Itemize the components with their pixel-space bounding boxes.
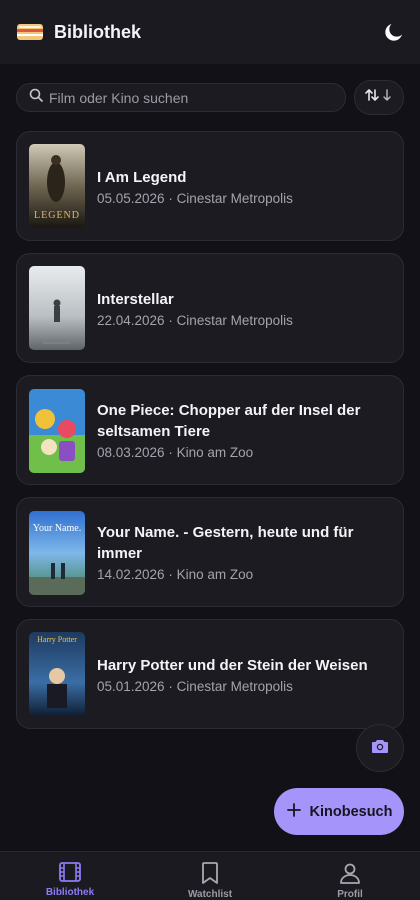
user-icon [338, 861, 362, 885]
movie-visit-info: 14.02.2026 · Kino am Zoo [97, 567, 254, 582]
movie-card[interactable]: Harry Potter Harry Potter und der Stein … [16, 619, 404, 729]
app-header: Bibliothek [0, 0, 420, 64]
nav-label: Bibliothek [45, 887, 95, 898]
search-icon [29, 88, 43, 107]
add-visit-button[interactable]: Kinobesuch [274, 788, 404, 835]
movie-title: Harry Potter und der Stein der Weisen [97, 657, 368, 674]
search-input[interactable] [49, 89, 333, 106]
movie-visit-info: 22.04.2026 · Cinestar Metropolis [97, 313, 293, 328]
bookmark-icon [200, 861, 220, 885]
bottom-navigation: Bibliothek Watchlist Profil [0, 851, 420, 900]
movie-card[interactable]: One Piece: Chopper auf der Insel der sel… [16, 375, 404, 485]
movie-card[interactable]: Your Name. Your Name. - Gestern, heute u… [16, 497, 404, 607]
movie-title: I Am Legend [97, 169, 187, 186]
moon-icon[interactable] [382, 20, 406, 44]
movie-visit-info: 05.01.2026 · Cinestar Metropolis [97, 679, 293, 694]
movie-visit-info: 05.05.2026 · Cinestar Metropolis [97, 191, 293, 206]
movie-title: Your Name. - Gestern, heute und für imme… [97, 524, 354, 562]
nav-label: Profil [337, 889, 363, 900]
movie-poster: LEGEND [29, 144, 85, 228]
camera-button[interactable] [356, 724, 404, 772]
ticket-icon [16, 21, 44, 43]
plus-icon [286, 802, 302, 822]
nav-label: Watchlist [187, 889, 233, 900]
movie-card[interactable]: Interstellar 22.04.2026 · Cinestar Metro… [16, 253, 404, 363]
movie-title: One Piece: Chopper auf der Insel der sel… [97, 402, 361, 440]
poster-lettering: LEGEND [34, 210, 80, 221]
camera-icon [371, 738, 389, 759]
movie-title: Interstellar [97, 291, 174, 308]
movie-card[interactable]: LEGEND I Am Legend 05.05.2026 · Cinestar… [16, 131, 404, 241]
search-bar[interactable] [16, 83, 346, 112]
movie-poster [29, 266, 85, 350]
sort-arrows-icon [364, 87, 394, 108]
movie-poster [29, 389, 85, 473]
sort-button[interactable] [354, 80, 404, 115]
poster-lettering: Your Name. [32, 523, 82, 534]
movie-poster: Your Name. [29, 511, 85, 595]
poster-lettering: Harry Potter [37, 635, 77, 644]
nav-item-watchlist[interactable]: Watchlist [140, 852, 280, 900]
movie-poster: Harry Potter [29, 632, 85, 716]
nav-item-profil[interactable]: Profil [280, 852, 420, 900]
page-title: Bibliothek [54, 21, 142, 42]
film-icon [58, 861, 82, 883]
add-visit-label: Kinobesuch [309, 803, 393, 820]
nav-item-bibliothek[interactable]: Bibliothek [0, 852, 140, 900]
movie-visit-info: 08.03.2026 · Kino am Zoo [97, 445, 254, 460]
